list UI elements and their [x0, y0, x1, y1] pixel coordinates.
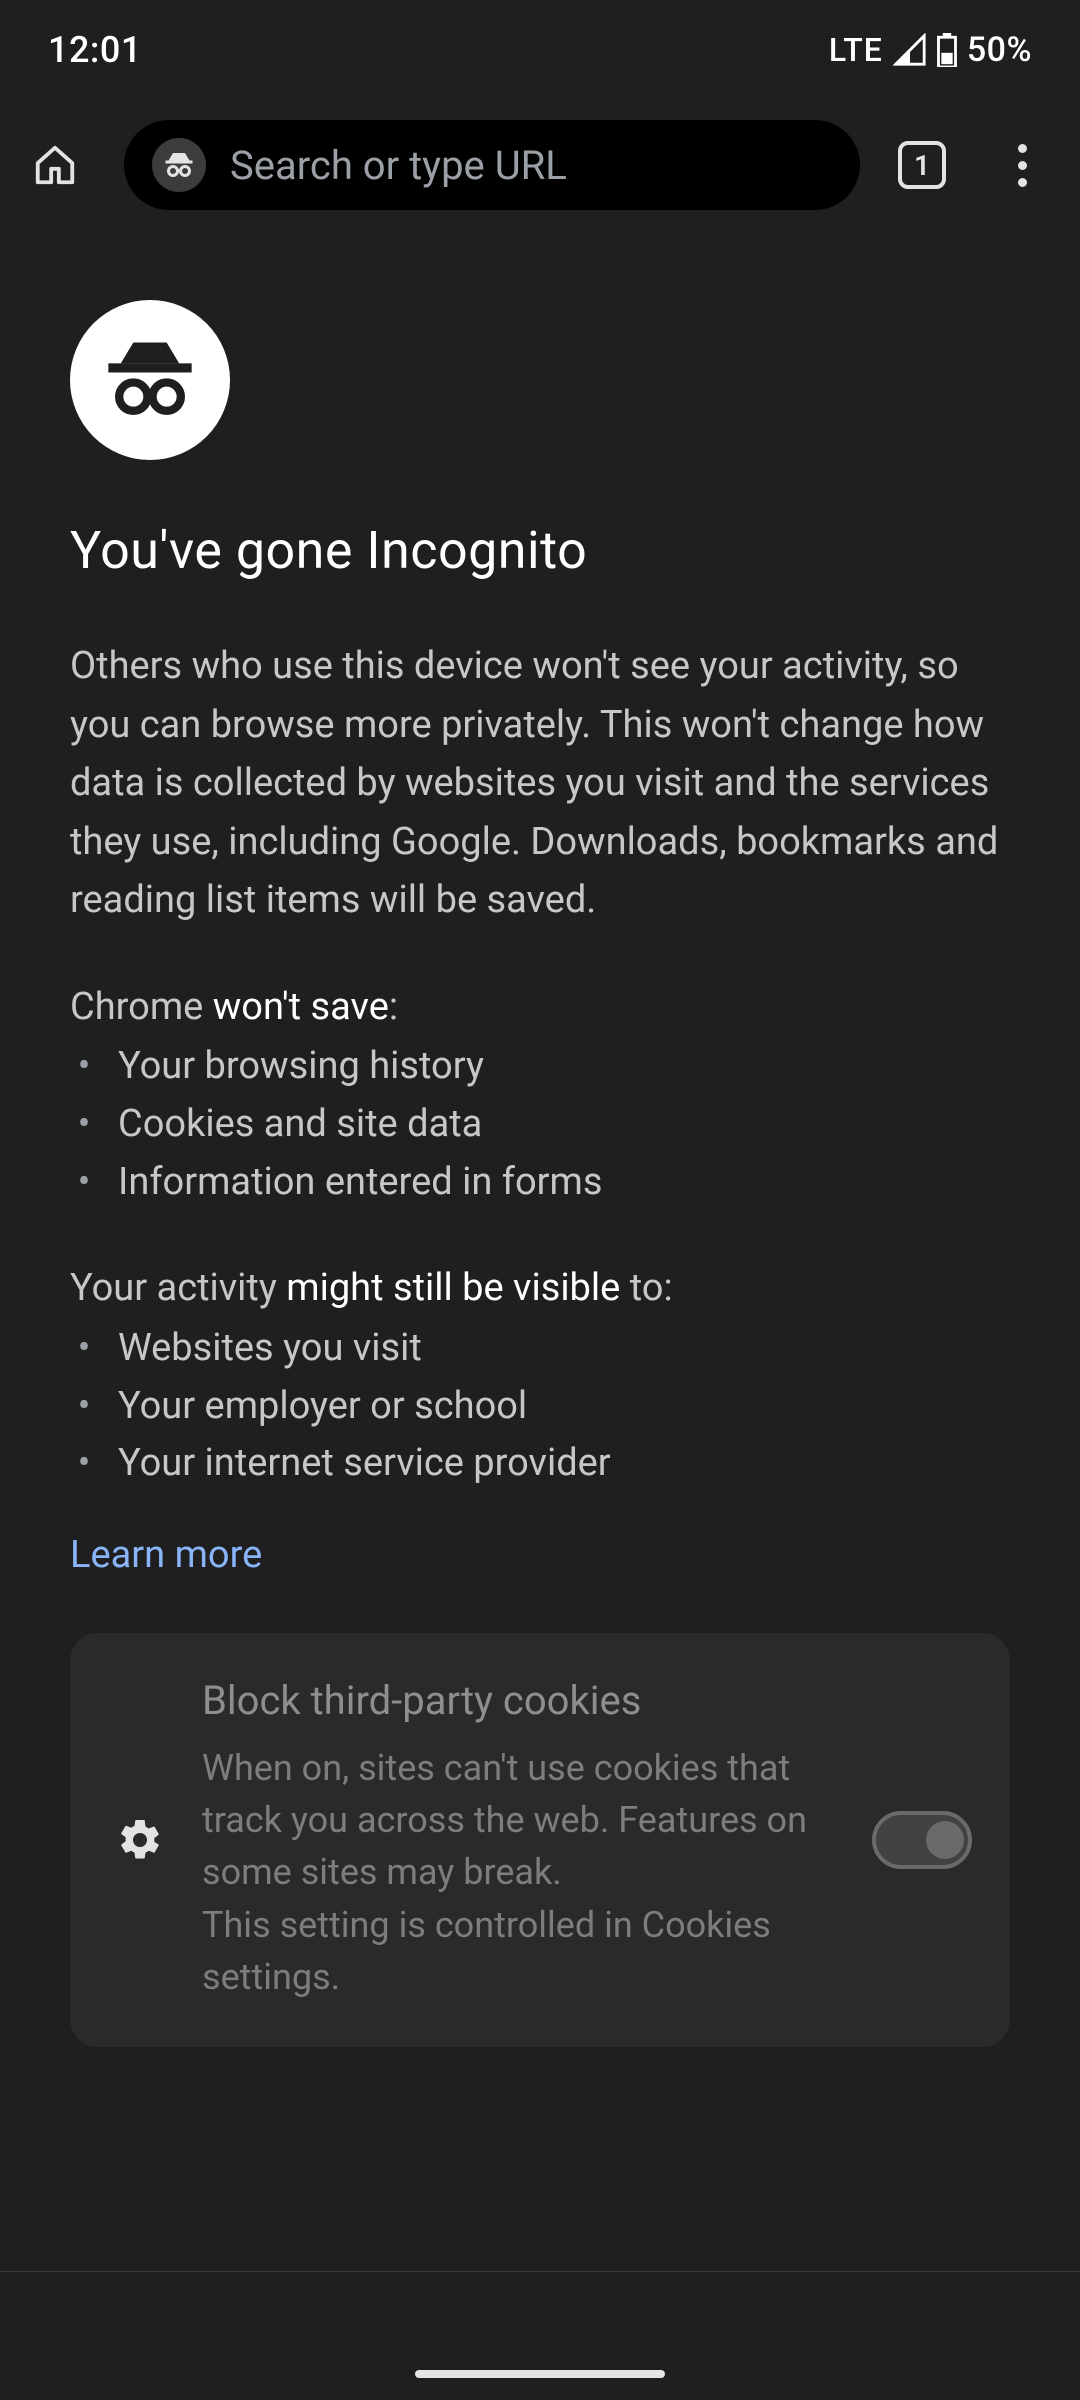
wont-save-prefix: Chrome	[70, 985, 213, 1029]
status-time: 12:01	[48, 29, 142, 71]
list-item-text: Your internet service provider	[118, 1435, 611, 1493]
status-right: LTE 50%	[829, 30, 1032, 70]
might-visible-suffix: to:	[620, 1266, 672, 1310]
menu-button[interactable]	[994, 137, 1050, 193]
signal-icon	[893, 33, 927, 67]
list-item: •Information entered in forms	[70, 1154, 1010, 1212]
wont-save-lead: Chrome won't save:	[70, 978, 1010, 1037]
cookie-desc-line: When on, sites can't use cookies that tr…	[202, 1747, 807, 1893]
omnibox-placeholder: Search or type URL	[230, 142, 567, 189]
battery-icon	[937, 33, 957, 67]
tabs-button[interactable]: 1	[894, 137, 950, 193]
incognito-chip-icon	[152, 138, 206, 192]
wont-save-emphasis: won't save	[213, 985, 389, 1029]
divider	[0, 2271, 1080, 2272]
list-item: •Cookies and site data	[70, 1096, 1010, 1154]
cookie-card: Block third-party cookies When on, sites…	[70, 1633, 1010, 2047]
list-item-text: Cookies and site data	[118, 1096, 482, 1154]
might-visible-emphasis: might still be visible	[286, 1266, 620, 1310]
page-content: You've gone Incognito Others who use thi…	[0, 230, 1080, 2047]
cookie-desc-line: This setting is controlled in Cookies se…	[202, 1904, 771, 1998]
cookie-card-desc: When on, sites can't use cookies that tr…	[202, 1742, 842, 2003]
omnibox[interactable]: Search or type URL	[124, 120, 860, 210]
cookie-toggle[interactable]	[872, 1811, 972, 1869]
list-item-text: Information entered in forms	[118, 1154, 602, 1212]
might-visible-list: •Websites you visit •Your employer or sc…	[70, 1320, 1010, 1493]
network-label: LTE	[829, 31, 883, 69]
list-item: •Websites you visit	[70, 1320, 1010, 1378]
list-item: •Your internet service provider	[70, 1435, 1010, 1493]
tab-count: 1	[914, 149, 930, 182]
incognito-hero-icon	[70, 300, 230, 460]
wont-save-list: •Your browsing history •Cookies and site…	[70, 1038, 1010, 1211]
page-title: You've gone Incognito	[70, 520, 1010, 581]
gear-icon	[108, 1816, 172, 1864]
wont-save-suffix: :	[389, 985, 398, 1029]
list-item-text: Your browsing history	[118, 1038, 484, 1096]
nav-pill[interactable]	[415, 2370, 665, 2378]
intro-paragraph: Others who use this device won't see you…	[70, 637, 1010, 930]
dot-icon	[1018, 161, 1027, 170]
list-item: •Your employer or school	[70, 1378, 1010, 1436]
dot-icon	[1018, 144, 1027, 153]
learn-more-link[interactable]: Learn more	[70, 1533, 262, 1577]
home-button[interactable]	[20, 130, 90, 200]
cookie-card-title: Block third-party cookies	[202, 1677, 842, 1724]
battery-percent: 50%	[967, 30, 1032, 70]
home-icon	[32, 142, 78, 188]
might-visible-prefix: Your activity	[70, 1266, 286, 1310]
status-bar: 12:01 LTE 50%	[0, 0, 1080, 100]
browser-toolbar: Search or type URL 1	[0, 100, 1080, 230]
dot-icon	[1018, 178, 1027, 187]
list-item: •Your browsing history	[70, 1038, 1010, 1096]
list-item-text: Your employer or school	[118, 1378, 527, 1436]
list-item-text: Websites you visit	[118, 1320, 422, 1378]
might-visible-lead: Your activity might still be visible to:	[70, 1259, 1010, 1318]
